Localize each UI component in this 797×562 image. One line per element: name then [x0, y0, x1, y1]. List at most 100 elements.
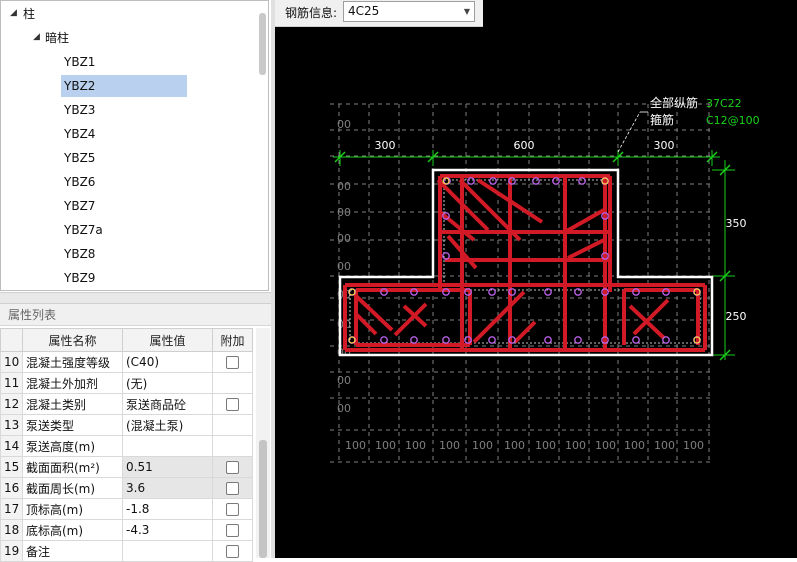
dimension-label-top: 300: [375, 139, 396, 152]
attach-checkbox[interactable]: [226, 482, 239, 495]
section-drawing: 0000000000000000000010010010010010010010…: [330, 95, 760, 463]
leader-line: [617, 111, 641, 153]
attach-checkbox[interactable]: [226, 461, 239, 474]
attach-checkbox[interactable]: [226, 524, 239, 537]
property-value[interactable]: -4.3: [122, 519, 213, 541]
tree-item-ybz5[interactable]: YBZ5: [61, 147, 187, 169]
property-name: 顶标高(m): [22, 498, 123, 520]
attach-cell: [212, 477, 253, 499]
label-stirrup: 箍筋: [650, 112, 674, 127]
collapse-arrow-icon[interactable]: ◢: [33, 32, 40, 42]
property-value[interactable]: (混凝土泵): [122, 414, 213, 436]
property-value[interactable]: 泵送商品砼: [122, 393, 213, 415]
grid-label-left: 00: [337, 180, 351, 193]
rebar-segment: [354, 294, 394, 332]
drawing-labels: 全部纵筋 37C22 箍筋 C12@100: [617, 95, 760, 153]
property-name: 混凝土类别: [22, 393, 123, 415]
rebar-segment: [567, 238, 605, 260]
row-number: 12: [0, 393, 23, 415]
header-extra[interactable]: 附加: [212, 328, 253, 352]
dimension-label-top: 600: [514, 139, 535, 152]
property-row[interactable]: 13 泵送类型 (混凝土泵): [0, 414, 253, 436]
rebar-point: [532, 177, 540, 185]
dimension-label-top: 300: [654, 139, 675, 152]
property-row[interactable]: 11 混凝土外加剂 (无): [0, 372, 253, 394]
property-value[interactable]: [122, 540, 213, 562]
grid-label-left: 00: [337, 206, 351, 219]
rebar-point: [544, 336, 552, 344]
attach-cell: [212, 372, 253, 394]
attach-checkbox[interactable]: [226, 503, 239, 516]
property-value[interactable]: -1.8: [122, 498, 213, 520]
property-value[interactable]: (无): [122, 372, 213, 394]
attach-checkbox[interactable]: [226, 398, 239, 411]
row-number: 10: [0, 351, 23, 373]
row-number: 17: [0, 498, 23, 520]
tree-item-ybz1[interactable]: YBZ1: [61, 51, 187, 73]
tree-item-ybz7a[interactable]: YBZ7a: [61, 219, 187, 241]
property-name: 底标高(m): [22, 519, 123, 541]
grid-label-left: 00: [337, 232, 351, 245]
tree-item-ybz7[interactable]: YBZ7: [61, 195, 187, 217]
attach-cell: [212, 540, 253, 562]
left-panel: ◢ 柱 ◢ 暗柱 YBZ1 YBZ2 YBZ3 YBZ4 YBZ5 YBZ6 YBZ7 YBZ…: [0, 0, 271, 562]
property-value: 3.6: [122, 477, 213, 499]
property-value[interactable]: (C40): [122, 351, 213, 373]
property-name: 截面面积(m²): [22, 456, 123, 478]
property-row[interactable]: 17 顶标高(m) -1.8: [0, 498, 253, 520]
property-value[interactable]: [122, 435, 213, 457]
row-number: 16: [0, 477, 23, 499]
attach-cell: [212, 456, 253, 478]
attach-checkbox[interactable]: [226, 356, 239, 369]
rebar-point: [632, 336, 640, 344]
header-name[interactable]: 属性名称: [22, 328, 123, 352]
dimension-label-right: 350: [726, 217, 747, 230]
panel-splitter[interactable]: [0, 292, 271, 304]
property-row[interactable]: 10 混凝土强度等级 (C40): [0, 351, 253, 373]
property-name: 泵送类型: [22, 414, 123, 436]
rebar-point: [410, 336, 418, 344]
tree-item-ybz9[interactable]: YBZ9: [61, 267, 187, 289]
tree-item-ybz4[interactable]: YBZ4: [61, 123, 187, 145]
row-number: 18: [0, 519, 23, 541]
property-row[interactable]: 12 混凝土类别 泵送商品砼: [0, 393, 253, 415]
tree-item-ybz3[interactable]: YBZ3: [61, 99, 187, 121]
concrete-outline: [338, 168, 714, 357]
tree-item-ybz2[interactable]: YBZ2: [61, 75, 187, 97]
property-row[interactable]: 19 备注: [0, 540, 253, 562]
rebar-info-label: 钢筋信息:: [285, 6, 338, 20]
dimension-lines: 300 600 300 350 250: [333, 139, 747, 361]
row-number: 15: [0, 456, 23, 478]
row-number: 11: [0, 372, 23, 394]
property-row[interactable]: 15 截面面积(m²) 0.51: [0, 456, 253, 478]
header-value[interactable]: 属性值: [122, 328, 213, 352]
rebar-point: [552, 177, 560, 185]
grid-label-bottom: 100: [345, 439, 366, 452]
rebar-toolbar: 钢筋信息: 4C25 ▼: [275, 0, 483, 27]
property-row[interactable]: 18 底标高(m) -4.3: [0, 519, 253, 541]
drawing-canvas[interactable]: 0000000000000000000010010010010010010010…: [275, 0, 797, 558]
rebar-segment: [472, 290, 526, 344]
rebar-segment: [564, 208, 605, 234]
property-row[interactable]: 14 泵送高度(m): [0, 435, 253, 457]
attach-checkbox[interactable]: [226, 545, 239, 558]
grid-label-left: 00: [337, 118, 351, 131]
property-name: 备注: [22, 540, 123, 562]
properties-scrollbar-thumb[interactable]: [259, 440, 267, 558]
tree-node-column[interactable]: 柱: [23, 3, 35, 25]
property-row[interactable]: 16 截面周长(m) 3.6: [0, 477, 253, 499]
rebar-info-select[interactable]: 4C25 ▼: [343, 1, 475, 22]
properties-panel-title: 属性列表: [0, 304, 271, 326]
tree-item-ybz8[interactable]: YBZ8: [61, 243, 187, 265]
collapse-arrow-icon[interactable]: ◢: [10, 8, 17, 18]
tree-scrollbar[interactable]: [259, 13, 266, 75]
tree-item-ybz6[interactable]: YBZ6: [61, 171, 187, 193]
grid-label-bottom: 100: [439, 439, 460, 452]
chevron-down-icon[interactable]: ▼: [464, 2, 470, 21]
rebar-point: [442, 336, 450, 344]
tree-node-hidden-column[interactable]: 暗柱: [45, 27, 69, 49]
attach-cell: [212, 519, 253, 541]
grid-label-left: 00: [337, 374, 351, 387]
grid-label-bottom: 100: [683, 439, 704, 452]
properties-table: 属性名称 属性值 附加 10 混凝土强度等级 (C40) 11 混凝土外加剂 (无) 12 混…: [0, 328, 253, 562]
